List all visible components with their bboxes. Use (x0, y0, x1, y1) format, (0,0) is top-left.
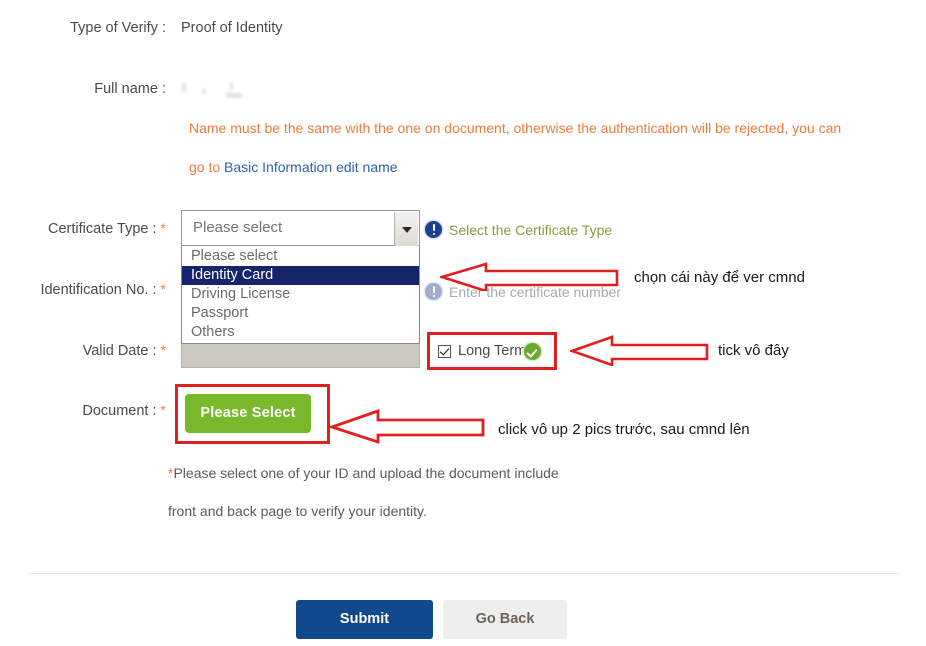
label-full-name-text: Full name : (94, 81, 166, 97)
basic-information-link[interactable]: Basic Information edit name (224, 159, 398, 175)
label-type-of-verify: Type of Verify : (0, 20, 166, 36)
check-circle-icon (524, 343, 541, 360)
certificate-type-selected-label: Please select (193, 219, 283, 236)
long-term-checkbox-container[interactable]: Long Term (427, 332, 557, 370)
certificate-type-option-2[interactable]: Driving License (182, 285, 419, 304)
certificate-type-option-list[interactable]: Please select Identity Card Driving Lice… (181, 246, 420, 344)
label-certificate-type: Certificate Type : * (0, 220, 166, 237)
label-identification-no: Identification No. : * (0, 281, 166, 298)
label-identification-no-text: Identification No. : (40, 282, 157, 298)
annotation-certificate-type: chọn cái này để ver cmnd (634, 269, 805, 286)
certificate-type-option-1[interactable]: Identity Card (182, 266, 419, 285)
name-warning-prefix: go to (189, 159, 225, 175)
certificate-type-option-3[interactable]: Passport (182, 304, 419, 323)
value-type-of-verify: Proof of Identity (181, 20, 283, 36)
go-back-button[interactable]: Go Back (443, 600, 567, 639)
required-marker: * (160, 402, 166, 418)
certificate-type-hint: Select the Certificate Type (449, 222, 613, 238)
info-icon-certificate-type (425, 221, 442, 238)
certificate-type-select[interactable]: Please select (181, 210, 420, 246)
document-note-line-2: front and back page to verify your ident… (168, 503, 427, 519)
label-document-text: Document : (82, 403, 157, 419)
left-arrow-icon-long-term (570, 335, 709, 366)
certificate-type-dropdown-button[interactable] (394, 212, 418, 246)
document-note-line-1: **Please select one of your ID and uploa… (168, 465, 559, 481)
annotation-document: click vô up 2 pics trước, sau cmnd lên (498, 421, 750, 438)
required-marker: * (160, 342, 166, 358)
label-valid-date-text: Valid Date : (82, 343, 157, 359)
certificate-type-option-0[interactable]: Please select (182, 247, 419, 266)
required-marker: * (160, 220, 166, 236)
name-warning-line-2: go to Basic Information edit name (189, 159, 398, 175)
name-warning-line-1: Name must be the same with the one on do… (189, 120, 842, 136)
label-document: Document : * (0, 402, 166, 419)
submit-button[interactable]: Submit (296, 600, 433, 639)
chevron-down-icon (401, 227, 412, 233)
long-term-checkbox[interactable] (438, 345, 451, 358)
label-full-name: Full name : (0, 81, 166, 97)
left-arrow-icon-document (330, 409, 485, 444)
label-valid-date: Valid Date : * (0, 342, 166, 359)
long-term-label: Long Term (458, 343, 527, 359)
please-select-button[interactable]: Please Select (185, 394, 311, 433)
required-marker: * (160, 281, 166, 297)
label-type-of-verify-text: Type of Verify : (70, 20, 166, 36)
left-arrow-icon-certificate (440, 262, 619, 291)
footer-divider (28, 573, 900, 574)
document-upload-container: Please Select (175, 384, 330, 444)
annotation-long-term: tick vô đây (718, 342, 789, 359)
certificate-type-option-4[interactable]: Others (182, 323, 419, 342)
value-full-name-redacted (180, 80, 258, 98)
label-certificate-type-text: Certificate Type : (47, 221, 157, 237)
